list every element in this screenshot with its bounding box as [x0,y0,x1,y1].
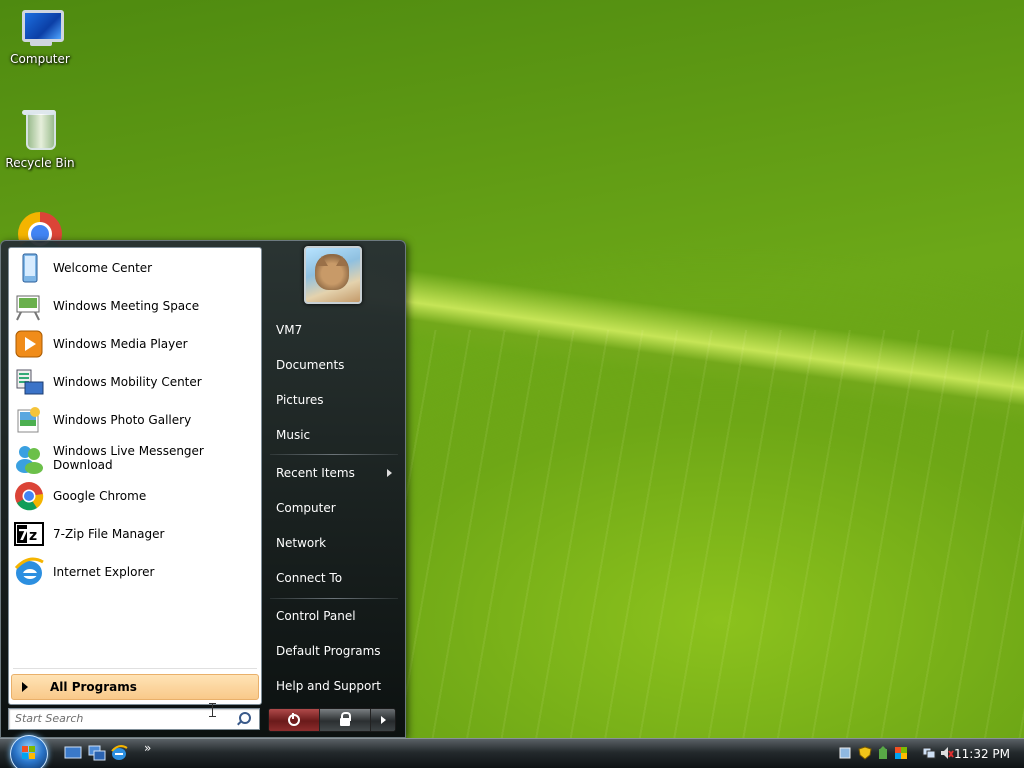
start-item-connect-to[interactable]: Connect To [276,571,342,585]
svg-text:z: z [29,528,37,544]
arrow-right-icon [22,682,28,692]
show-desktop-icon[interactable] [64,745,82,761]
program-label: Windows Media Player [53,337,188,351]
quick-launch-chevron[interactable]: » [144,741,151,755]
search-placeholder: Start Search [15,712,84,725]
all-programs-button[interactable]: All Programs [11,674,259,700]
divider [270,454,398,455]
welcome-center-icon [13,252,45,284]
start-item-music[interactable]: Music [276,428,310,442]
start-search-input[interactable]: Start Search [8,708,260,730]
program-label: Google Chrome [53,489,147,503]
start-item-control-panel[interactable]: Control Panel [276,609,356,623]
start-item-default-programs[interactable]: Default Programs [276,644,381,658]
start-item-documents[interactable]: Documents [276,358,344,372]
start-item-recent-items[interactable]: Recent Items [276,466,355,480]
computer-icon [16,6,64,50]
program-item[interactable]: 7z 7-Zip File Manager [13,516,257,552]
program-item[interactable]: Windows Media Player [13,326,257,362]
photo-gallery-icon [13,404,45,436]
desktop-icon-computer[interactable]: Computer [0,6,80,66]
program-label: Windows Mobility Center [53,375,202,389]
program-label: 7-Zip File Manager [53,527,165,541]
text-cursor-icon [209,703,216,717]
power-icon [288,713,300,726]
program-item[interactable]: Welcome Center [13,250,257,286]
start-item-user[interactable]: VM7 [276,323,302,337]
start-menu: Welcome Center Windows Meeting Space Win… [0,240,406,738]
desktop-icon-recycle-bin[interactable]: Recycle Bin [0,110,80,170]
start-item-help-support[interactable]: Help and Support [276,679,381,693]
submenu-arrow-icon [387,469,392,477]
switch-windows-icon[interactable] [88,745,106,761]
volume-muted-icon[interactable] [940,746,954,760]
start-item-network[interactable]: Network [276,536,326,550]
user-avatar[interactable] [304,246,362,304]
media-player-icon [13,328,45,360]
program-item[interactable]: Windows Live Messenger Download [13,440,257,476]
seven-zip-icon: 7z [13,518,45,550]
start-menu-programs-pane: Welcome Center Windows Meeting Space Win… [8,247,262,705]
chrome-icon [13,480,45,512]
power-controls [268,708,396,732]
network-connection-icon[interactable] [922,746,936,760]
messenger-icon [13,442,45,474]
program-label: Windows Photo Gallery [53,413,192,427]
start-button[interactable] [10,735,48,768]
divider [13,668,257,669]
power-button[interactable] [269,709,320,731]
program-item[interactable]: Internet Explorer [13,554,257,590]
meeting-space-icon [13,290,45,322]
start-item-pictures[interactable]: Pictures [276,393,324,407]
taskbar: » 11:32 PM [0,735,1024,768]
program-item[interactable]: Windows Mobility Center [13,364,257,400]
desktop-icon-label: Computer [10,52,70,66]
program-label: Welcome Center [53,261,153,275]
security-shield-icon[interactable] [858,746,872,760]
program-item[interactable]: Google Chrome [13,478,257,514]
program-label: Windows Meeting Space [53,299,200,313]
network-tray-icon[interactable] [838,746,852,760]
shutdown-options-button[interactable] [371,709,395,731]
program-label: Internet Explorer [53,565,155,579]
start-item-computer[interactable]: Computer [276,501,336,515]
all-programs-label: All Programs [50,680,137,694]
mobility-center-icon [13,366,45,398]
lock-icon [340,718,350,726]
leaf-veins [400,330,1024,740]
program-item[interactable]: Windows Meeting Space [13,288,257,324]
kitten-picture [315,254,349,290]
internet-explorer-icon [13,556,45,588]
divider [270,598,398,599]
program-label: Windows Live Messenger Download [53,444,204,472]
desktop-icon-label: Recycle Bin [5,156,75,170]
taskbar-clock[interactable]: 11:32 PM [954,747,1010,761]
lock-button[interactable] [320,709,371,731]
internet-explorer-icon[interactable] [110,745,128,761]
search-icon[interactable] [239,712,251,724]
recycle-bin-icon [16,110,64,154]
safely-remove-icon[interactable] [876,746,890,760]
svg-text:7: 7 [18,526,28,544]
program-item[interactable]: Windows Photo Gallery [13,402,257,438]
windows-logo-icon [22,746,36,760]
windows-update-icon[interactable] [894,746,908,760]
